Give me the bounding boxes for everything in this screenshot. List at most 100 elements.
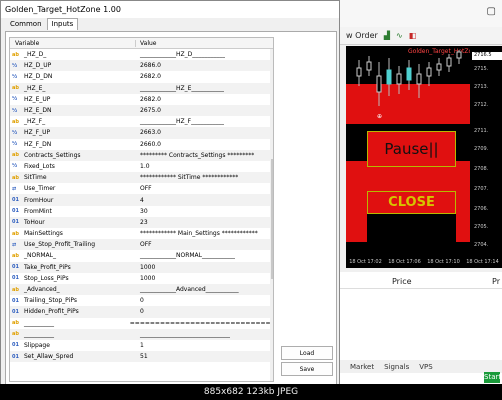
variable-name: HZ_F_UP [24,129,51,137]
save-button[interactable]: Save [281,362,333,376]
input-row[interactable]: ab __________ ============================… [10,318,273,329]
input-row[interactable]: 01 Take_Profit_PiPs 1000 [10,261,273,273]
input-row[interactable]: 01 Set_Allaw_Spred 51 [10,351,273,363]
variable-cell: ab _HZ_E_ [10,85,136,92]
maximize-icon[interactable]: ▢ [487,6,496,17]
value-cell[interactable]: ************ Main_Settings ************ [136,230,258,237]
tab-inputs[interactable]: Inputs [46,18,79,30]
input-row[interactable]: 01 FromHour 4 [10,194,273,206]
value-cell[interactable]: 2686.0 [136,62,161,69]
variable-cell: ab _NORMAL_ [10,252,136,259]
variable-name: Use_Stop_Profit_Trailing [24,241,96,249]
candles-svg: ⊕ [356,50,462,120]
scrollbar-thumb[interactable] [271,159,273,279]
variable-name: _HZ_E_ [24,84,46,92]
value-cell[interactable]: 1000 [136,275,155,282]
integer-type-icon: 01 [12,264,19,271]
input-row[interactable]: ½ HZ_D_DN 2682.0 [10,71,273,82]
value-cell[interactable]: 1.0 [136,163,150,170]
input-row[interactable]: ab __________ ____________________________… [10,328,273,340]
tab-common[interactable]: Common [5,18,47,30]
grid-scrollbar[interactable] [270,49,273,381]
value-cell[interactable]: =============================== [126,320,273,327]
string-type-icon: ab [12,286,19,293]
input-row[interactable]: ab _NORMAL_ ____________NORMAL___________ [10,250,273,261]
buy-chart-icon[interactable]: ▟ [384,31,390,40]
value-cell[interactable]: OFF [136,241,152,248]
input-row[interactable]: ½ HZ_D_UP 2686.0 [10,60,273,72]
double-type-icon: ½ [12,62,18,69]
value-cell[interactable]: 2660.0 [136,141,161,148]
price-column-header-2[interactable]: Pr [492,277,500,286]
value-cell[interactable]: 4 [136,197,144,204]
string-type-icon: ab [12,331,19,338]
value-cell[interactable]: 2663.0 [136,129,161,136]
input-row[interactable]: ab Contracts_Settings ********* Contracts_… [10,149,273,161]
value-cell[interactable]: ______________________________ [136,331,230,338]
variable-name: _HZ_F_ [24,118,46,126]
input-row[interactable]: 01 Hidden_Profit_PiPs 0 [10,306,273,318]
value-cell[interactable]: ************ SitTime ************ [136,174,238,181]
value-cell[interactable]: ____________HZ_E___________ [136,85,224,92]
input-row[interactable]: ab MainSettings ************ Main_Settings… [10,228,273,239]
start-button[interactable]: Start [484,372,501,383]
variable-name: __________ [24,319,54,327]
input-row[interactable]: ½ HZ_F_UP 2663.0 [10,127,273,139]
input-row[interactable]: 01 FromMint 30 [10,206,273,217]
tab-signals[interactable]: Signals [384,363,409,371]
value-cell[interactable]: 2682.0 [136,96,161,103]
input-row[interactable]: 01 Stop_Loss_PiPs 1000 [10,273,273,284]
value-cell[interactable]: 1 [136,342,144,349]
price-column-header[interactable]: Price [392,277,412,286]
trade-icon[interactable]: ◧ [409,31,417,40]
input-row[interactable]: ½ Fixed_Lots 1.0 [10,161,273,172]
variable-name: Use_Timer [24,185,56,193]
variable-name: Hidden_Profit_PiPs [24,308,79,316]
value-cell[interactable]: ____________NORMAL___________ [136,252,235,259]
value-cell[interactable]: OFF [136,185,152,192]
double-type-icon: ½ [12,141,18,148]
dialog-title: Golden_Target_HotZone 1.00 [1,1,339,18]
variable-name: HZ_F_DN [24,140,52,148]
variable-name: MainSettings [24,230,63,238]
close-positions-button[interactable]: CLOSE [367,191,456,214]
value-cell[interactable]: ____________HZ_F___________ [136,118,224,125]
input-row[interactable]: ab _HZ_F_ ____________HZ_F___________ [10,116,273,127]
pause-button[interactable]: Pause|| [367,131,456,167]
input-row[interactable]: ⇄ Use_Timer OFF [10,183,273,194]
value-cell[interactable]: 23 [136,219,148,226]
variable-name: Slippage [24,341,50,349]
input-row[interactable]: ½ HZ_F_DN 2660.0 [10,139,273,150]
input-row[interactable]: ab _HZ_D_ ____________HZ_D___________ [10,49,273,60]
value-cell[interactable]: ____________Advanced___________ [136,286,239,293]
value-cell[interactable]: 30 [136,208,148,215]
input-row[interactable]: 01 ToHour 23 [10,216,273,228]
tab-vps[interactable]: VPS [419,363,432,371]
value-cell[interactable]: 2682.0 [136,73,161,80]
input-row[interactable]: ab _HZ_E_ ____________HZ_E___________ [10,82,273,94]
pulse-icon[interactable]: ∿ [396,31,403,40]
variable-cell: 01 FromHour [10,197,136,204]
value-cell[interactable]: 1000 [136,264,155,271]
load-button[interactable]: Load [281,346,333,360]
string-type-icon: ab [12,320,19,327]
input-row[interactable]: 01 Slippage 1 [10,340,273,351]
value-cell[interactable]: 2675.0 [136,107,161,114]
variable-column-header[interactable]: Variable [10,39,136,47]
input-row[interactable]: ab SitTime ************ SitTime **********… [10,172,273,184]
input-row[interactable]: ½ HZ_E_UP 2682.0 [10,94,273,105]
input-row[interactable]: 01 Trailing_Stop_PiPs 0 [10,295,273,306]
new-order-button[interactable]: w Order [340,31,378,40]
input-row[interactable]: ab _Advanced_ ____________Advanced________… [10,283,273,296]
value-column-header[interactable]: Value [136,40,156,47]
variable-cell: 01 FromMint [10,208,136,215]
variable-cell: ab _Advanced_ [10,286,136,293]
input-row[interactable]: ½ HZ_E_DN 2675.0 [10,104,273,117]
input-row[interactable]: ⇄ Use_Stop_Profit_Trailing OFF [10,239,273,251]
tab-market[interactable]: Market [350,363,374,371]
value-cell[interactable]: 51 [136,353,148,360]
value-cell[interactable]: 0 [136,308,144,315]
value-cell[interactable]: ____________HZ_D___________ [136,51,225,58]
value-cell[interactable]: ********* Contracts_Settings ********* [136,152,254,159]
value-cell[interactable]: 0 [136,297,144,304]
